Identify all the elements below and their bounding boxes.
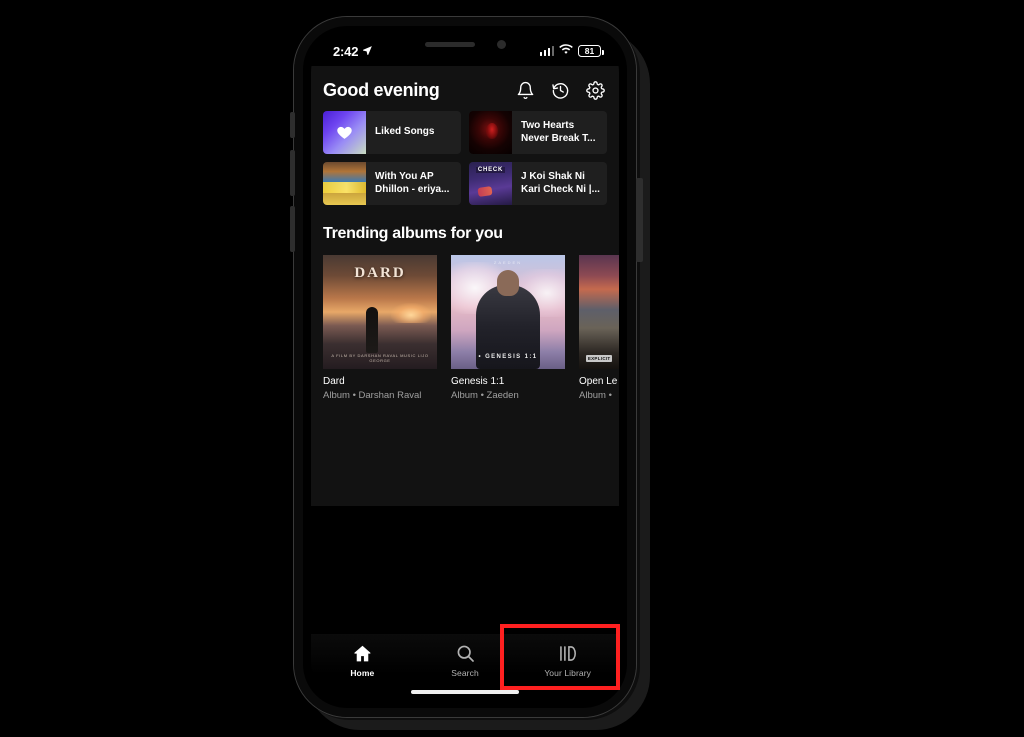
thumbnail-check-text: CHECK xyxy=(475,167,506,173)
library-icon xyxy=(557,643,578,664)
shortcut-grid: Liked Songs Two Hearts Never Break T... … xyxy=(311,111,619,205)
volume-down-button[interactable] xyxy=(290,206,295,252)
section-heading: Trending albums for you xyxy=(323,225,503,242)
shortcut-label: With You AP Dhillon - eriya... xyxy=(375,170,450,195)
album-carousel[interactable]: DARD A FILM BY DARSHAN RAVAL MUSIC LIJO … xyxy=(311,255,619,401)
power-button[interactable] xyxy=(636,178,643,262)
battery-level: 81 xyxy=(584,45,595,56)
earpiece-speaker xyxy=(424,41,475,47)
home-header: Good evening xyxy=(311,66,619,111)
silent-switch[interactable] xyxy=(290,112,295,138)
artwork-caption: ZAEDEN xyxy=(493,259,523,265)
clock-history-icon[interactable] xyxy=(551,81,570,100)
shortcut-label: J Koi Shak Ni Kari Check Ni |... xyxy=(521,170,600,195)
album-title: Dard xyxy=(323,376,345,387)
front-camera xyxy=(496,39,506,49)
volume-up-button[interactable] xyxy=(290,150,295,196)
album-subtitle: Album • Zaeden xyxy=(451,390,519,401)
shortcut-card-two-hearts[interactable]: Two Hearts Never Break T... xyxy=(469,111,607,154)
shortcut-thumbnail xyxy=(323,162,366,205)
artwork-sun xyxy=(391,302,432,323)
shortcut-thumbnail: CHECK xyxy=(469,162,512,205)
album-title: Genesis 1:1 xyxy=(451,376,505,387)
artwork-figure xyxy=(366,307,379,354)
nav-item-home[interactable]: Home xyxy=(311,643,414,678)
phone-screen: Good evening Liked Songs Two Hearts Neve… xyxy=(311,32,619,702)
nav-item-your-library[interactable]: Your Library xyxy=(516,643,619,678)
album-artwork: Op EXPLICIT xyxy=(579,255,619,369)
nav-item-search[interactable]: Search xyxy=(414,643,517,678)
screenshot-canvas: Good evening Liked Songs Two Hearts Neve… xyxy=(0,0,1024,737)
artwork-title: DARD xyxy=(354,265,406,282)
home-scroll-content[interactable]: Good evening Liked Songs Two Hearts Neve… xyxy=(311,66,619,506)
battery-icon: 81 xyxy=(578,45,604,57)
album-title: Open Le xyxy=(579,376,618,387)
album-subtitle: Album • Darshan Raval xyxy=(323,390,422,401)
wifi-icon xyxy=(559,42,573,60)
artwork-head xyxy=(497,269,519,296)
album-subtitle: Album • xyxy=(579,390,612,401)
home-icon xyxy=(352,643,373,664)
cellular-signal-icon xyxy=(539,46,554,56)
nav-label: Your Library xyxy=(544,668,592,678)
album-artwork: DARD A FILM BY DARSHAN RAVAL MUSIC LIJO … xyxy=(323,255,437,369)
status-bar-right: 81 xyxy=(539,42,604,60)
shortcut-card-with-you[interactable]: With You AP Dhillon - eriya... xyxy=(323,162,461,205)
liked-songs-heart-icon xyxy=(323,111,366,154)
shortcut-card-liked-songs[interactable]: Liked Songs xyxy=(323,111,461,154)
bell-icon[interactable] xyxy=(516,81,535,100)
shortcut-thumbnail xyxy=(469,111,512,154)
nav-label: Search xyxy=(451,668,479,678)
album-card[interactable]: DARD A FILM BY DARSHAN RAVAL MUSIC LIJO … xyxy=(323,255,437,401)
album-card[interactable]: ZAEDEN • GENESIS 1:1 Genesis 1:1 Album •… xyxy=(451,255,565,401)
location-arrow-icon xyxy=(362,44,373,59)
explicit-badge: EXPLICIT xyxy=(585,355,613,363)
status-time: 2:42 xyxy=(333,43,359,59)
shortcut-card-j-koi-shak-ni[interactable]: CHECK J Koi Shak Ni Kari Check Ni |... xyxy=(469,162,607,205)
nav-label: Home xyxy=(350,668,375,678)
header-actions xyxy=(516,81,605,100)
spotify-app: Good evening Liked Songs Two Hearts Neve… xyxy=(311,32,619,702)
status-bar-left: 2:42 xyxy=(333,44,373,59)
home-indicator[interactable] xyxy=(411,690,519,694)
album-card[interactable]: Op EXPLICIT Open Le Album • xyxy=(579,255,619,401)
shortcut-label: Liked Songs xyxy=(375,126,435,138)
device-notch xyxy=(390,32,540,56)
artwork-subtitle: • GENESIS 1:1 xyxy=(478,353,538,360)
album-artwork: ZAEDEN • GENESIS 1:1 xyxy=(451,255,565,369)
gear-icon[interactable] xyxy=(586,81,605,100)
shortcut-label: Two Hearts Never Break T... xyxy=(521,119,596,144)
artwork-credits: A FILM BY DARSHAN RAVAL MUSIC LIJO GEORG… xyxy=(331,353,429,364)
page-title: Good evening xyxy=(323,80,440,100)
search-icon xyxy=(455,643,476,664)
